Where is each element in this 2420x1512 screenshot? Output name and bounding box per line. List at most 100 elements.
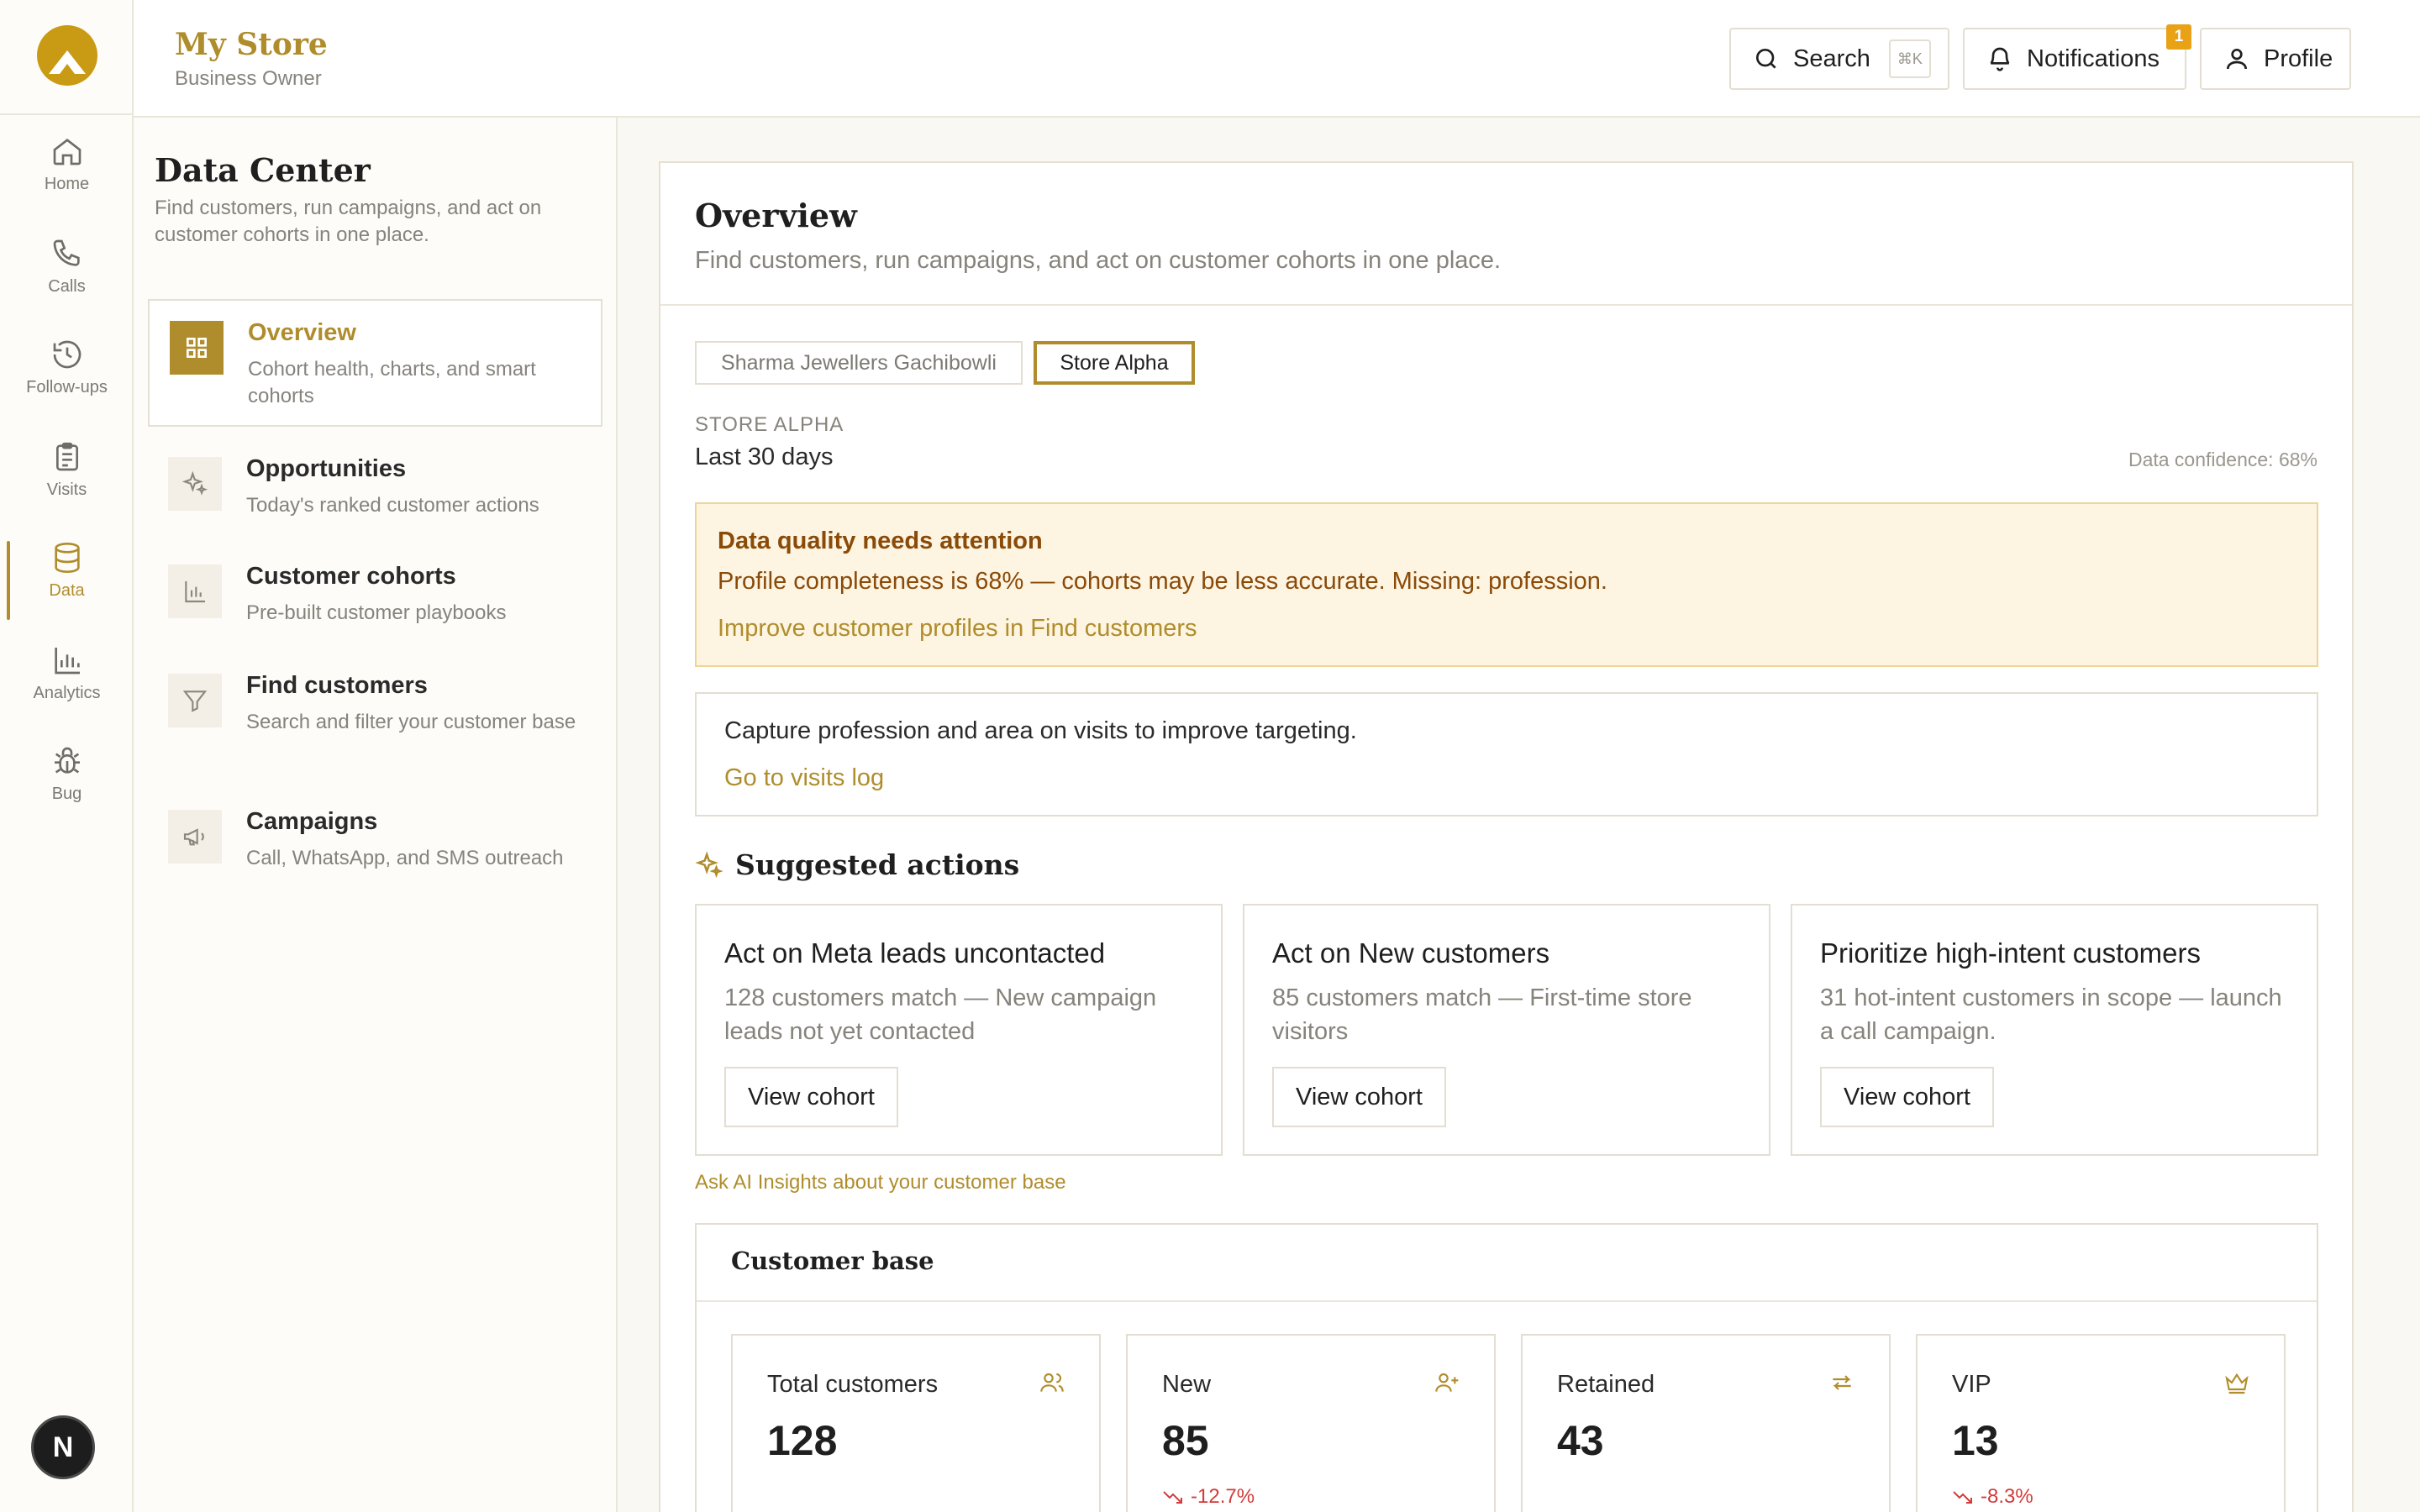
rail-label: Visits — [46, 480, 87, 499]
view-cohort-button[interactable]: View cohort — [724, 1067, 898, 1127]
sidebar-subtitle: Find customers, run campaigns, and act o… — [155, 197, 542, 246]
sidebar-title: Data Center — [155, 151, 371, 189]
stat-change: -12.7% — [1162, 1485, 1255, 1509]
scope-label: STORE ALPHA — [695, 413, 844, 436]
section-title: Customer base — [731, 1247, 934, 1275]
view-cohort-button[interactable]: View cohort — [1820, 1067, 1994, 1127]
history-icon — [53, 340, 81, 369]
data-confidence: Data confidence: 68% — [2128, 449, 2317, 470]
rail-item-home[interactable]: Home — [0, 134, 134, 223]
store-role: Business Owner — [175, 67, 322, 90]
visits-log-link[interactable]: Go to visits log — [724, 764, 884, 792]
sidebar-item-desc: Today's ranked customer actions — [246, 494, 539, 517]
bar-chart-icon — [168, 564, 222, 618]
sidebar-item-title: Find customers — [246, 672, 428, 699]
sidebar-item-desc: Call, WhatsApp, and SMS outreach — [246, 847, 564, 869]
action-card-title: Act on Meta leads uncontacted — [724, 937, 1106, 969]
user-icon — [2227, 49, 2247, 70]
targeting-tip: Capture profession and area on visits to… — [695, 692, 2318, 816]
stat-card-vip: VIP 13 -8.3% — [1916, 1334, 2286, 1512]
page-subtitle: Find customers, run campaigns, and act o… — [695, 247, 1502, 274]
stat-label: VIP — [1952, 1371, 1991, 1398]
sparkles-icon — [168, 457, 222, 511]
rail-item-analytics[interactable]: Analytics — [0, 643, 134, 732]
grid-icon — [170, 321, 224, 375]
search-label: Search — [1793, 45, 1870, 72]
alert-body: Profile completeness is 68% — cohorts ma… — [718, 568, 1607, 595]
action-card: Act on Meta leads uncontacted 128 custom… — [695, 904, 1223, 1156]
rail-label: Follow-ups — [26, 378, 108, 396]
stat-card-retained: Retained 43 — [1521, 1334, 1891, 1512]
stat-value: 128 — [767, 1417, 838, 1464]
stat-change: -8.3% — [1952, 1485, 2033, 1509]
overview-panel: Overview Find customers, run campaigns, … — [659, 161, 2354, 1512]
action-card-desc: 85 customers match — First-time store vi… — [1272, 984, 1692, 1045]
sidebar-item-title: Opportunities — [246, 455, 407, 482]
stat-change-value: -12.7% — [1191, 1485, 1255, 1508]
notifications-label: Notifications — [2027, 45, 2160, 72]
section-title: Suggested actions — [735, 848, 1020, 881]
store-tab-sharma-jewellers[interactable]: Sharma Jewellers Gachibowli — [695, 341, 1023, 385]
store-tab-store-alpha[interactable]: Store Alpha — [1034, 341, 1195, 385]
bar-chart-icon — [54, 648, 80, 675]
sidebar-item-title: Overview — [248, 319, 356, 346]
tip-body: Capture profession and area on visits to… — [724, 717, 1357, 744]
stat-value: 13 — [1952, 1417, 1999, 1464]
crown-icon — [2225, 1373, 2249, 1394]
notifications-badge: 1 — [2166, 24, 2191, 50]
sidebar-item-customer-cohorts[interactable]: Customer cohorts Pre-built customer play… — [148, 544, 602, 645]
search-button[interactable]: Search ⌘K — [1729, 28, 1949, 90]
stat-value: 43 — [1557, 1417, 1604, 1464]
home-icon — [53, 138, 81, 165]
megaphone-icon — [168, 810, 222, 864]
ask-ai-insights-link[interactable]: Ask AI Insights about your customer base — [695, 1171, 1066, 1194]
database-icon — [54, 543, 80, 574]
rail-item-data[interactable]: Data — [0, 541, 134, 630]
sidebar-item-title: Customer cohorts — [246, 563, 456, 590]
action-card-title: Act on New customers — [1272, 937, 1550, 969]
users-icon — [1040, 1373, 1064, 1392]
data-center-sidebar: Data Center Find customers, run campaign… — [134, 118, 618, 1512]
rail-divider — [0, 113, 134, 115]
period-label: Last 30 days — [695, 444, 834, 470]
rail-item-calls[interactable]: Calls — [0, 237, 134, 326]
sidebar-item-campaigns[interactable]: Campaigns Call, WhatsApp, and SMS outrea… — [148, 790, 602, 890]
sparkles-icon — [695, 850, 723, 878]
improve-profiles-link[interactable]: Improve customer profiles in Find custom… — [718, 615, 1197, 643]
nav-rail: Home Calls Follow-ups Visits Data Analyt… — [0, 0, 134, 1512]
user-avatar[interactable]: N — [31, 1415, 95, 1479]
rail-item-visits[interactable]: Visits — [0, 440, 134, 529]
sidebar-item-overview[interactable]: Overview Cohort health, charts, and smar… — [148, 299, 602, 427]
stat-change-value: -8.3% — [1981, 1485, 2033, 1508]
bell-icon — [1990, 47, 2010, 71]
rail-label: Analytics — [33, 684, 101, 702]
action-card-desc: 31 hot-intent customers in scope — launc… — [1820, 984, 2282, 1045]
notifications-button[interactable]: Notifications 1 — [1963, 24, 2191, 90]
stat-label: New — [1162, 1371, 1212, 1398]
stat-card-new: New 85 -12.7% — [1126, 1334, 1496, 1512]
profile-button[interactable]: Profile — [2200, 28, 2351, 90]
action-card-desc: 128 customers match — New campaign leads… — [724, 984, 1157, 1045]
search-shortcut: ⌘K — [1888, 39, 1931, 78]
sidebar-item-find-customers[interactable]: Find customers Search and filter your cu… — [148, 654, 602, 780]
brand-logo[interactable] — [37, 25, 97, 86]
search-icon — [1756, 49, 1776, 69]
page-title: Overview — [695, 197, 857, 234]
view-cohort-button[interactable]: View cohort — [1272, 1067, 1446, 1127]
bug-icon — [54, 747, 80, 774]
stat-label: Retained — [1557, 1371, 1655, 1398]
profile-label: Profile — [2264, 45, 2333, 72]
action-card-title: Prioritize high-intent customers — [1820, 937, 2202, 969]
sidebar-item-opportunities[interactable]: Opportunities Today's ranked customer ac… — [148, 437, 602, 538]
rail-item-bug[interactable]: Bug — [0, 744, 134, 833]
rail-item-follow-ups[interactable]: Follow-ups — [0, 338, 134, 427]
divider — [697, 1300, 2317, 1302]
sidebar-item-desc: Pre-built customer playbooks — [246, 601, 507, 624]
user-plus-icon — [1435, 1373, 1459, 1392]
action-card: Prioritize high-intent customers 31 hot-… — [1791, 904, 2318, 1156]
suggested-actions-heading: Suggested actions — [695, 848, 1019, 881]
data-quality-alert: Data quality needs attention Profile com… — [695, 502, 2318, 667]
rail-label: Home — [44, 175, 90, 193]
action-card: Act on New customers 85 customers match … — [1243, 904, 1770, 1156]
clipboard-icon — [55, 442, 78, 471]
